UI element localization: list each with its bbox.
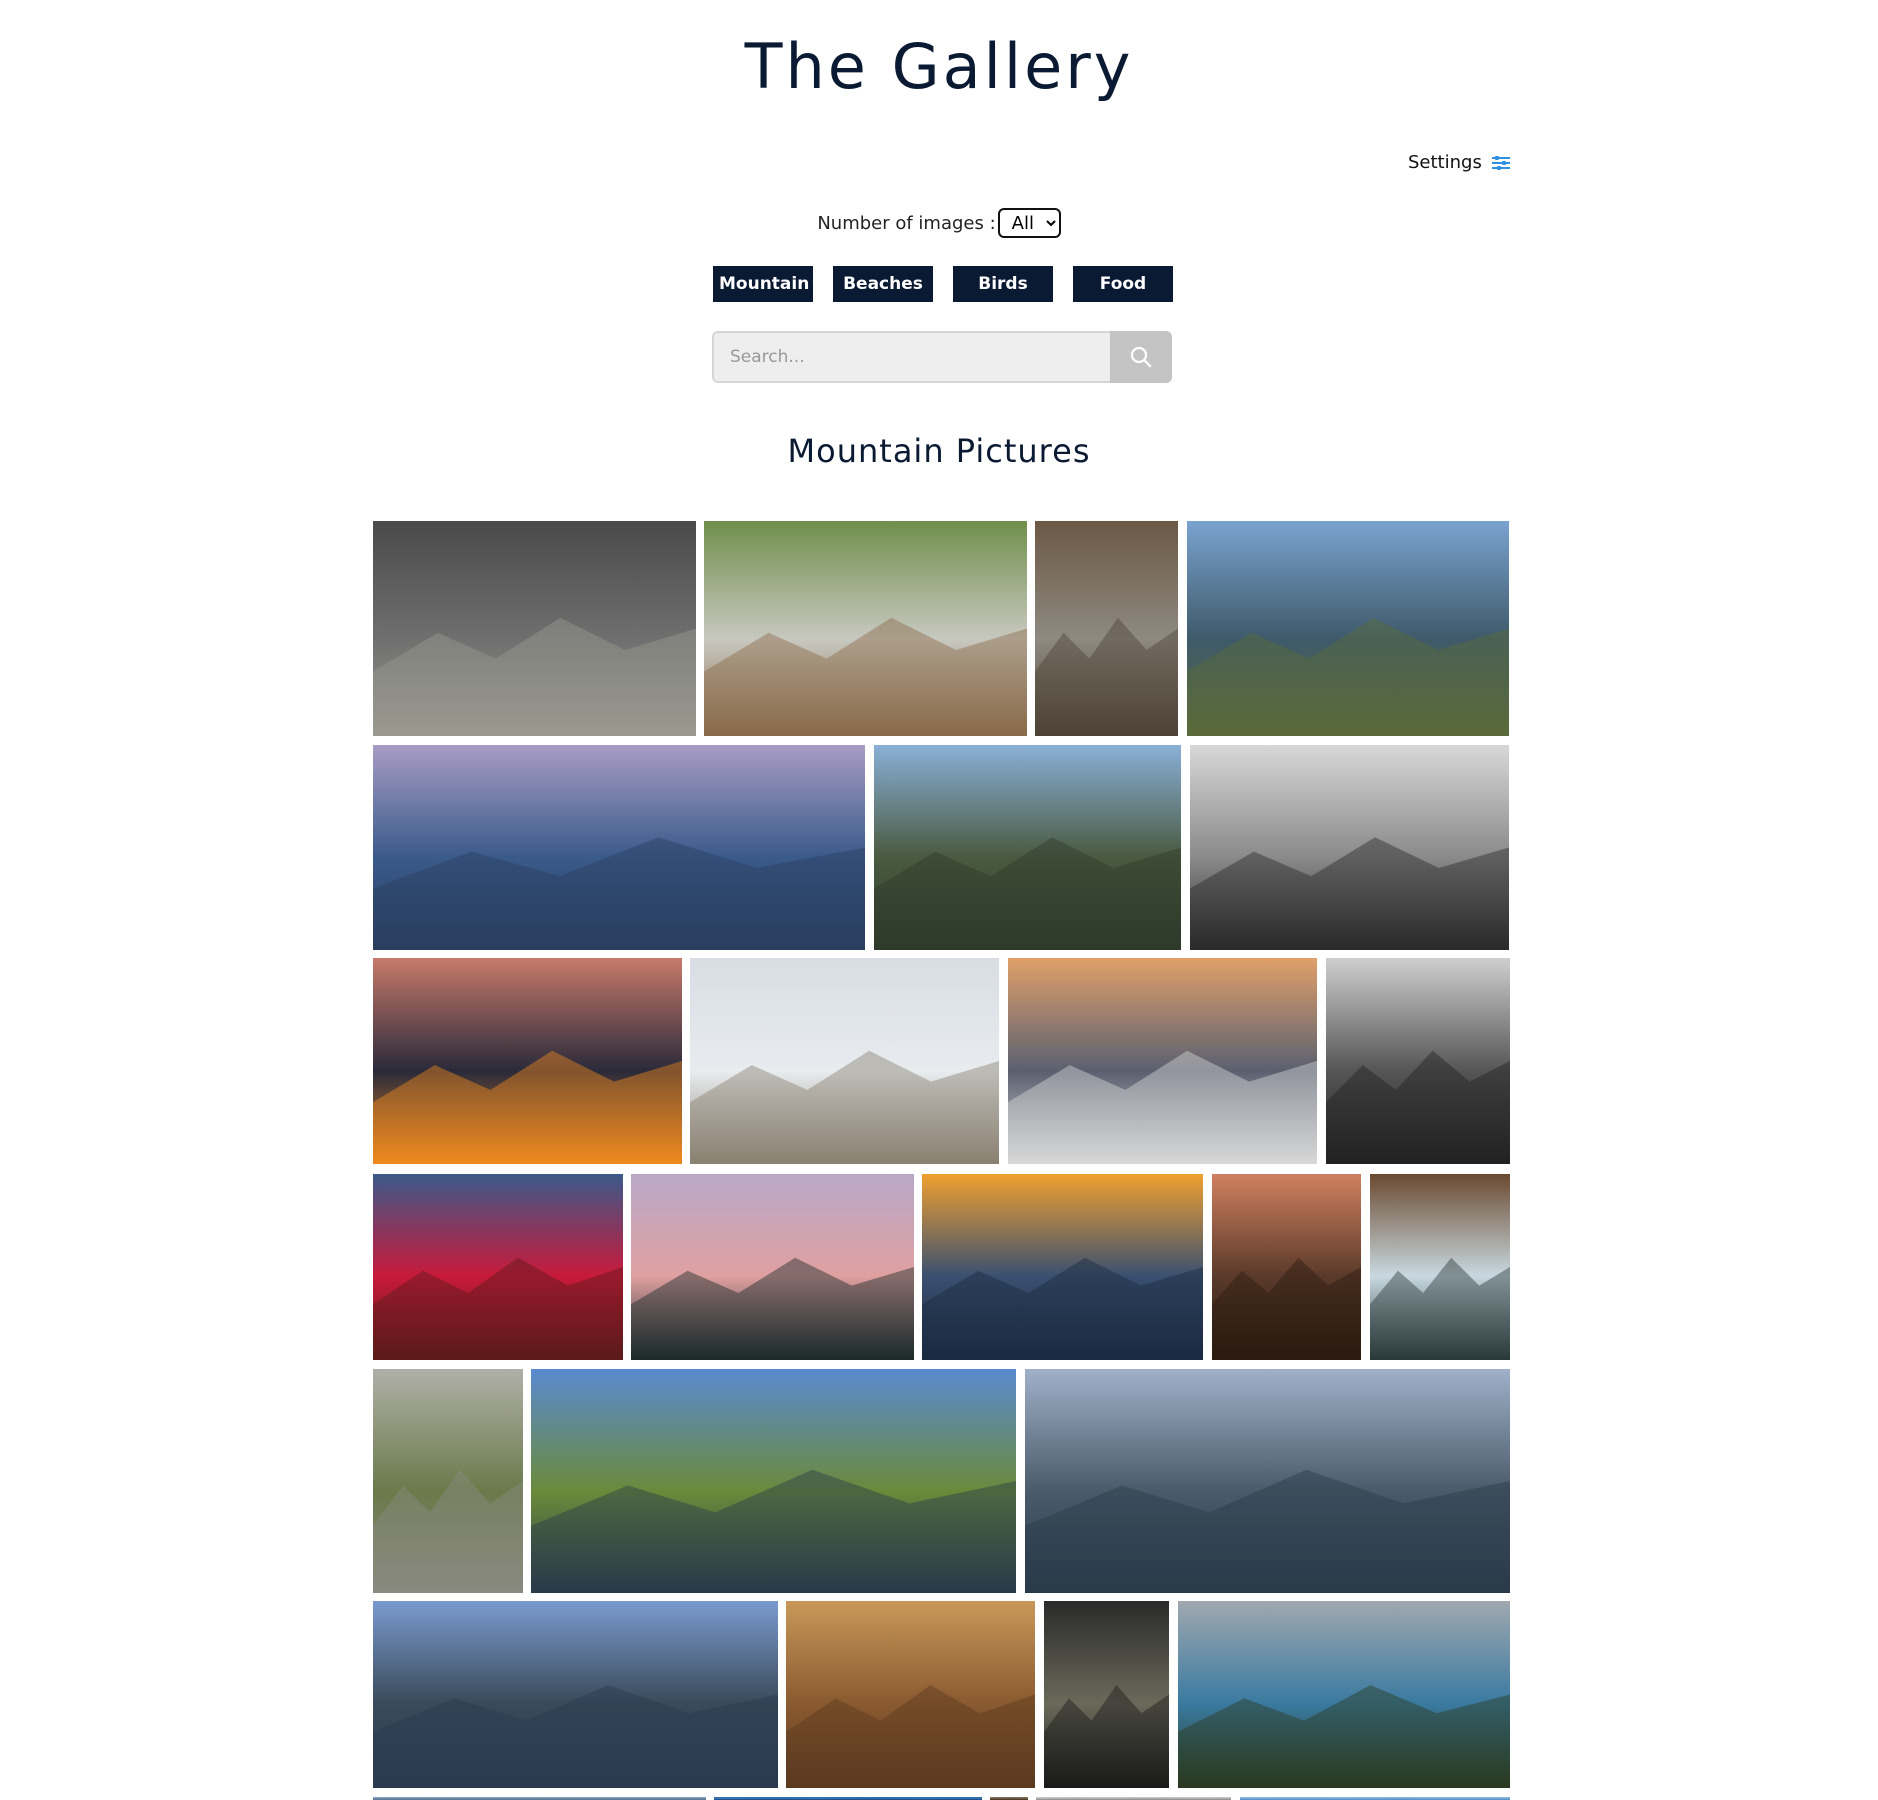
number-of-images-select[interactable]: All <box>997 208 1061 238</box>
category-mountain-button[interactable]: Mountain <box>713 266 813 302</box>
gallery-photo-tree-stump-leaves[interactable] <box>1035 521 1178 736</box>
gallery-photo-coastal-vista[interactable] <box>1178 1601 1510 1788</box>
gallery-photo-orange-sunset-clouds[interactable] <box>373 958 682 1164</box>
page-title: The Gallery <box>744 30 1134 103</box>
number-of-images-label: Number of images : <box>817 212 996 234</box>
gallery-photo-lake-cloudy-sky[interactable] <box>1025 1369 1510 1593</box>
number-of-images-control: Number of images : All <box>0 208 1878 238</box>
gallery-photo-old-town-sunset[interactable] <box>1212 1174 1361 1360</box>
gallery-photo-stone-tunnel-forest[interactable] <box>373 521 696 736</box>
gallery-photo-mountain-overlook[interactable] <box>874 745 1181 950</box>
gallery-photo-dark-arch-tunnel[interactable] <box>1044 1601 1169 1788</box>
gallery-photo-bridge-sunset-sea[interactable] <box>373 745 865 950</box>
gallery-photo-mossy-rock[interactable] <box>704 521 1027 736</box>
gallery-photo-rocky-cliff-shrubs[interactable] <box>373 1369 523 1593</box>
category-buttons: Mountain Beaches Birds Food <box>713 266 1173 302</box>
gallery-photo-pink-peak-dusk[interactable] <box>631 1174 914 1360</box>
gallery-photo-lake-sunlit-clouds[interactable] <box>373 1601 778 1788</box>
gallery-photo-bw-coastline[interactable] <box>1190 745 1509 950</box>
gallery-photo-red-bushes-fuji[interactable] <box>373 1174 623 1360</box>
settings-label: Settings <box>1408 152 1482 173</box>
search-button[interactable] <box>1110 331 1172 383</box>
gallery-photo-bw-woman-road[interactable] <box>1326 958 1510 1164</box>
gallery-photo-snowy-hills-sunset[interactable] <box>1008 958 1317 1164</box>
gallery-photo-fjord-peaks[interactable] <box>531 1369 1016 1593</box>
search-bar <box>712 331 1172 383</box>
gallery-photo-waterfall-canyon[interactable] <box>1370 1174 1510 1360</box>
search-input[interactable] <box>712 331 1110 383</box>
category-beaches-button[interactable]: Beaches <box>833 266 933 302</box>
gallery-photo-alps-golden-sky[interactable] <box>922 1174 1203 1360</box>
section-title: Mountain Pictures <box>787 432 1091 470</box>
sliders-icon <box>1491 155 1510 171</box>
gallery-photo-autumn-forest-bike[interactable] <box>786 1601 1035 1788</box>
category-food-button[interactable]: Food <box>1073 266 1173 302</box>
search-icon <box>1130 346 1152 368</box>
gallery-photo-snow-plateau[interactable] <box>690 958 999 1164</box>
gallery-photo-valley-lake-view[interactable] <box>1187 521 1509 736</box>
category-birds-button[interactable]: Birds <box>953 266 1053 302</box>
settings-button[interactable]: Settings <box>1408 152 1510 173</box>
